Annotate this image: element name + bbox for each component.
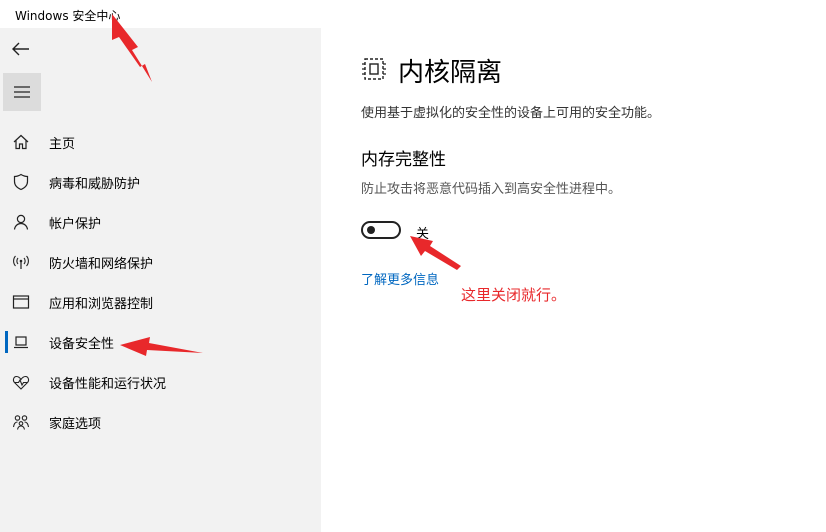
window-title: Windows 安全中心 [15, 9, 121, 23]
sidebar-item-family-options[interactable]: 家庭选项 [0, 402, 321, 442]
toggle-state-label: 关 [416, 227, 430, 242]
home-icon [13, 134, 29, 150]
learn-more-link[interactable]: 了解更多信息 [361, 269, 439, 288]
sidebar-item-label: 设备安全性 [49, 337, 115, 352]
shield-icon [13, 173, 29, 191]
sidebar-item-label: 主页 [49, 137, 76, 152]
laptop-icon [14, 336, 28, 349]
section-title: 内存完整性 [361, 150, 446, 170]
heart-pulse-icon [12, 375, 30, 390]
sidebar-item-home[interactable]: 主页 [0, 122, 321, 162]
wifi-antenna-icon [13, 255, 29, 269]
sidebar-item-label: 家庭选项 [49, 417, 102, 432]
sidebar-item-label: 病毒和威胁防护 [49, 177, 141, 192]
sidebar-item-label: 帐户保护 [49, 217, 102, 232]
toggle-knob [367, 226, 375, 234]
page-description: 使用基于虚拟化的安全性的设备上可用的安全功能。 [361, 106, 661, 121]
main-content: 内核隔离 使用基于虚拟化的安全性的设备上可用的安全功能。 内存完整性 防止攻击将… [321, 28, 826, 532]
memory-integrity-toggle[interactable] [361, 221, 401, 239]
sidebar-item-device-performance[interactable]: 设备性能和运行状况 [0, 362, 321, 402]
hamburger-menu-icon [14, 86, 30, 98]
sidebar-item-app-browser-control[interactable]: 应用和浏览器控制 [0, 282, 321, 322]
annotation-text: 这里关闭就行。 [461, 286, 567, 304]
section-description: 防止攻击将恶意代码插入到高安全性进程中。 [361, 182, 622, 197]
sidebar-item-label: 设备性能和运行状况 [49, 377, 167, 392]
sidebar-item-label: 应用和浏览器控制 [49, 297, 154, 312]
sidebar-item-device-security[interactable]: 设备安全性 [0, 322, 321, 362]
page-title: 内核隔离 [398, 58, 503, 88]
sidebar-item-firewall[interactable]: 防火墙和网络保护 [0, 242, 321, 282]
core-isolation-chip-icon [362, 58, 386, 80]
back-button[interactable] [8, 36, 34, 62]
title-bar: Windows 安全中心 [0, 0, 826, 28]
selection-indicator [5, 331, 8, 353]
sidebar-item-account-protection[interactable]: 帐户保护 [0, 202, 321, 242]
person-icon [13, 214, 29, 230]
sidebar-item-label: 防火墙和网络保护 [49, 257, 154, 272]
back-arrow-icon [12, 42, 29, 56]
browser-window-icon [12, 295, 30, 309]
menu-button[interactable] [3, 73, 41, 111]
sidebar-item-virus-protection[interactable]: 病毒和威胁防护 [0, 162, 321, 202]
sidebar: 主页 病毒和威胁防护 帐户保护 防火墙和网络保护 应用和浏览器控制 设备安全性 … [0, 28, 321, 532]
family-icon [12, 415, 30, 430]
